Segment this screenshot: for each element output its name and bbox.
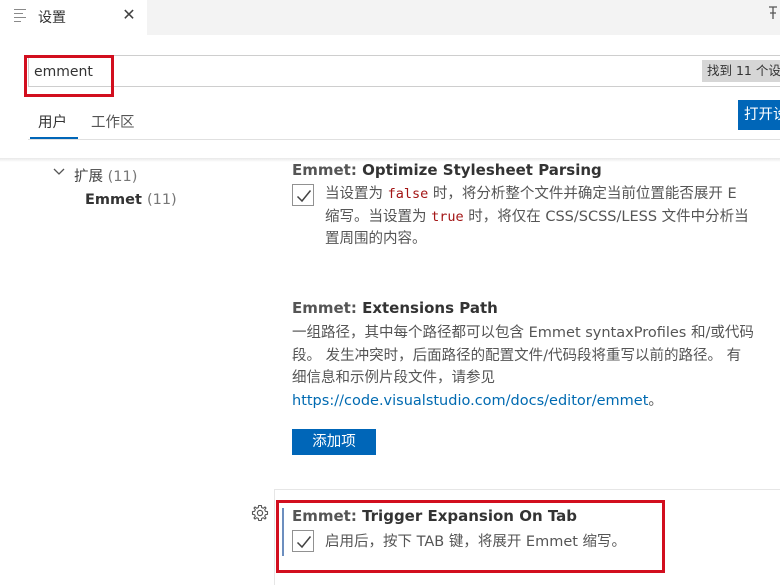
results-count-badge: 找到 11 个设 bbox=[702, 60, 780, 82]
open-settings-json-button[interactable]: 打开设 bbox=[738, 100, 780, 130]
modified-indicator bbox=[282, 508, 284, 556]
search-input[interactable] bbox=[34, 62, 334, 82]
scope-divider bbox=[28, 139, 780, 140]
tab-title: 设置 bbox=[38, 10, 66, 26]
tab-user[interactable]: 用户 bbox=[38, 111, 67, 132]
setting-description-optimize-stylesheet-parsing: 当设置为 false 时，将分析整个文件并确定当前位置能否展开 E 缩写。当设置… bbox=[325, 186, 749, 247]
tab-workspace[interactable]: 工作区 bbox=[91, 111, 135, 132]
editor-tab-bar: 设置 ✕ bbox=[0, 0, 780, 35]
gear-icon[interactable] bbox=[250, 503, 270, 523]
chevron-down-icon[interactable] bbox=[52, 164, 66, 178]
trigger-expansion-on-tab-checkbox[interactable] bbox=[292, 530, 314, 552]
setting-title-extensions-path: Emmet: Extensions Path bbox=[292, 299, 498, 317]
settings-search-box bbox=[28, 55, 780, 87]
setting-description-trigger-expansion-on-tab: 启用后，按下 TAB 键，将展开 Emmet 缩写。 bbox=[325, 534, 627, 550]
emmet-docs-link[interactable]: https://code.visualstudio.com/docs/edito… bbox=[292, 393, 648, 409]
checkmark-icon bbox=[296, 190, 312, 203]
toc-item-extensions[interactable]: 扩展 (11) bbox=[74, 165, 137, 186]
checkmark-icon bbox=[296, 536, 312, 549]
setting-title-optimize-stylesheet-parsing: Emmet: Optimize Stylesheet Parsing bbox=[292, 161, 602, 179]
close-icon[interactable]: ✕ bbox=[118, 4, 140, 26]
optimize-stylesheet-parsing-checkbox[interactable] bbox=[292, 184, 314, 206]
focused-row-border-top bbox=[274, 489, 780, 490]
toc-emmet-count: (11) bbox=[146, 192, 177, 208]
toc-extensions-label: 扩展 bbox=[74, 169, 103, 185]
add-item-button[interactable]: 添加项 bbox=[292, 429, 376, 455]
toc-item-emmet[interactable]: Emmet (11) bbox=[85, 192, 177, 208]
settings-file-icon bbox=[14, 9, 26, 23]
focused-row-border-left bbox=[274, 489, 275, 585]
setting-description-extensions-path: 一组路径，其中每个路径都可以包含 Emmet syntaxProfiles 和/… bbox=[292, 325, 754, 409]
toc-extensions-count: (11) bbox=[107, 169, 138, 185]
setting-title-trigger-expansion-on-tab: Emmet: Trigger Expansion On Tab bbox=[292, 507, 578, 525]
split-editor-icon[interactable] bbox=[766, 5, 780, 25]
toc-emmet-label: Emmet bbox=[85, 192, 142, 208]
settings-tab[interactable]: 设置 ✕ bbox=[0, 0, 147, 35]
